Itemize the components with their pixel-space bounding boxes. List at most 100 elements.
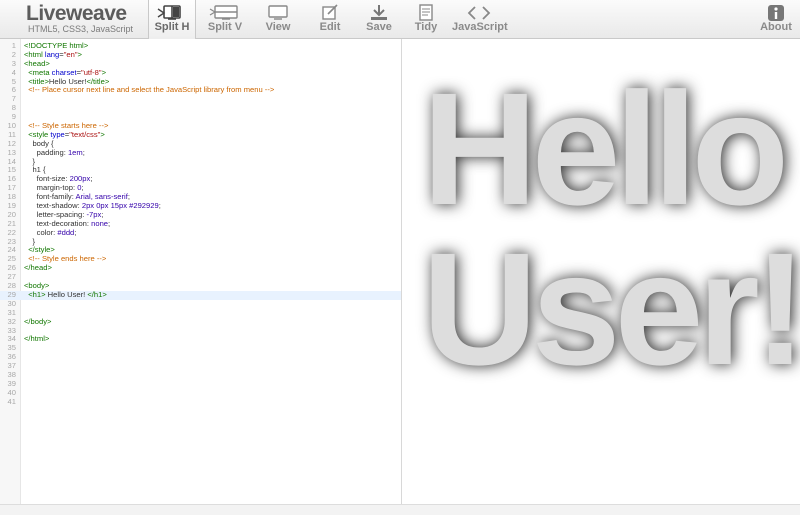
code-token: ; — [127, 192, 130, 202]
code-line[interactable]: 40 — [0, 388, 401, 398]
edit-icon — [312, 0, 348, 22]
code-line[interactable]: 38 — [0, 370, 401, 380]
split-v-button[interactable]: Split V — [202, 0, 248, 38]
about-label: About — [760, 21, 792, 33]
line-code: <h1> Hello User! </h1> — [24, 289, 107, 300]
code-token: <!DOCTYPE html> — [24, 41, 89, 50]
code-token: lang — [44, 49, 60, 59]
code-token: letter-spacing — [36, 209, 83, 219]
about-button[interactable]: About — [756, 0, 796, 38]
tidy-label: Tidy — [414, 21, 438, 33]
code-line[interactable]: 37 — [0, 361, 401, 371]
edit-button[interactable]: Edit — [312, 0, 348, 38]
code-token: ; — [90, 174, 93, 184]
code-line[interactable]: 11 <style type="text/css"> — [0, 129, 401, 140]
tidy-button[interactable]: Tidy — [410, 0, 442, 38]
app-title: Liveweave — [26, 2, 127, 25]
code-token: type — [50, 129, 65, 139]
code-token: <head> — [24, 58, 50, 68]
code-line[interactable]: 13 padding: 1em; — [0, 147, 401, 158]
save-button[interactable]: Save — [362, 0, 396, 38]
code-token: color — [36, 227, 54, 237]
code-token: ; — [74, 227, 77, 237]
code-token: <body> — [24, 281, 50, 291]
line-code: </html> — [24, 334, 49, 344]
split-horizontal-icon — [149, 0, 195, 22]
code-token: </title> — [86, 76, 110, 86]
code-line[interactable]: 29 <h1> Hello User! </h1> — [0, 289, 401, 300]
view-label: View — [265, 21, 291, 33]
split-h-button[interactable]: Split H — [148, 0, 196, 39]
code-line[interactable]: 23 } — [0, 237, 401, 247]
split-vertical-icon — [202, 0, 248, 22]
code-token: <style — [28, 129, 51, 139]
info-icon — [756, 0, 796, 22]
code-line[interactable]: 2 <html lang="en"> — [0, 49, 401, 60]
code-token: -7px — [86, 209, 102, 219]
code-editor[interactable]: 1 <!DOCTYPE html> 2 <html lang="en"> 3 <head>… — [0, 39, 402, 504]
code-line[interactable]: 31 — [0, 308, 401, 318]
code-token: ; — [158, 201, 161, 211]
code-line[interactable]: 26 </head> — [0, 263, 401, 273]
code-token: <!-- Place cursor next line and select t… — [28, 85, 275, 95]
preview-heading: Hello User! — [422, 59, 800, 398]
code-token: "en" — [63, 49, 78, 59]
code-line[interactable]: 41 — [0, 396, 401, 407]
split-h-label: Split H — [154, 21, 190, 33]
code-line[interactable]: 36 — [0, 352, 401, 362]
preview-pane: Hello User! — [402, 39, 800, 504]
code-token: <title> — [28, 76, 49, 86]
edit-label: Edit — [319, 21, 341, 33]
code-token: Hello User! — [48, 76, 87, 86]
monitor-icon — [258, 0, 298, 22]
code-line[interactable]: 32 </body> — [0, 316, 401, 327]
code-token: font-size — [36, 174, 66, 184]
code-token: 200px — [69, 174, 91, 184]
code-line[interactable]: 25 <!-- Style ends here --> — [0, 254, 401, 264]
status-bar — [0, 504, 800, 515]
code-token: ; — [81, 183, 84, 193]
code-line[interactable]: 22 color: #ddd; — [0, 227, 401, 238]
code-line[interactable]: 14 } — [0, 157, 401, 167]
code-token: Hello User! — [45, 289, 88, 299]
code-token: > — [101, 67, 107, 77]
app-logo[interactable]: Liveweave HTML5, CSS3, JavaScript — [26, 2, 133, 35]
code-line[interactable]: 7 — [0, 94, 401, 104]
code-line[interactable]: 39 — [0, 379, 401, 389]
code-line[interactable]: 27 — [0, 272, 401, 282]
line-number: 41 — [7, 396, 16, 406]
code-token: </style> — [28, 245, 55, 255]
toolbar: Liveweave HTML5, CSS3, JavaScript Split … — [0, 0, 800, 39]
code-token: Arial, sans-serif — [75, 192, 128, 202]
line-code: <!-- Place cursor next line and select t… — [24, 86, 274, 95]
save-label: Save — [366, 21, 392, 33]
code-token: > — [100, 129, 105, 139]
javascript-button[interactable]: JavaScript — [452, 0, 508, 38]
code-token: h1 { — [24, 165, 46, 175]
code-line[interactable]: 35 — [0, 343, 401, 353]
code-line[interactable]: 6 <!-- Place cursor next line and select… — [0, 86, 401, 95]
code-token: <h1> — [28, 289, 46, 299]
code-token: ; — [82, 147, 85, 157]
code-token: font-family — [36, 192, 72, 202]
code-line[interactable]: 8 — [0, 103, 401, 113]
code-line[interactable]: 33 — [0, 326, 401, 336]
code-line[interactable]: 30 — [0, 299, 401, 309]
code-token: </body> — [24, 316, 52, 326]
code-token: 2px 0px 15px #292929 — [81, 201, 159, 211]
javascript-label: JavaScript — [452, 21, 508, 33]
line-code: </head> — [24, 263, 52, 273]
code-token: "utf-8" — [81, 67, 102, 77]
code-token: text-shadow — [36, 201, 78, 211]
code-token: charset — [51, 67, 77, 77]
code-token: <!-- Style ends here --> — [28, 254, 107, 264]
code-lines[interactable]: 1 <!DOCTYPE html> 2 <html lang="en"> 3 <head>… — [0, 41, 401, 407]
view-button[interactable]: View — [258, 0, 298, 38]
code-line[interactable]: 34 </html> — [0, 334, 401, 344]
